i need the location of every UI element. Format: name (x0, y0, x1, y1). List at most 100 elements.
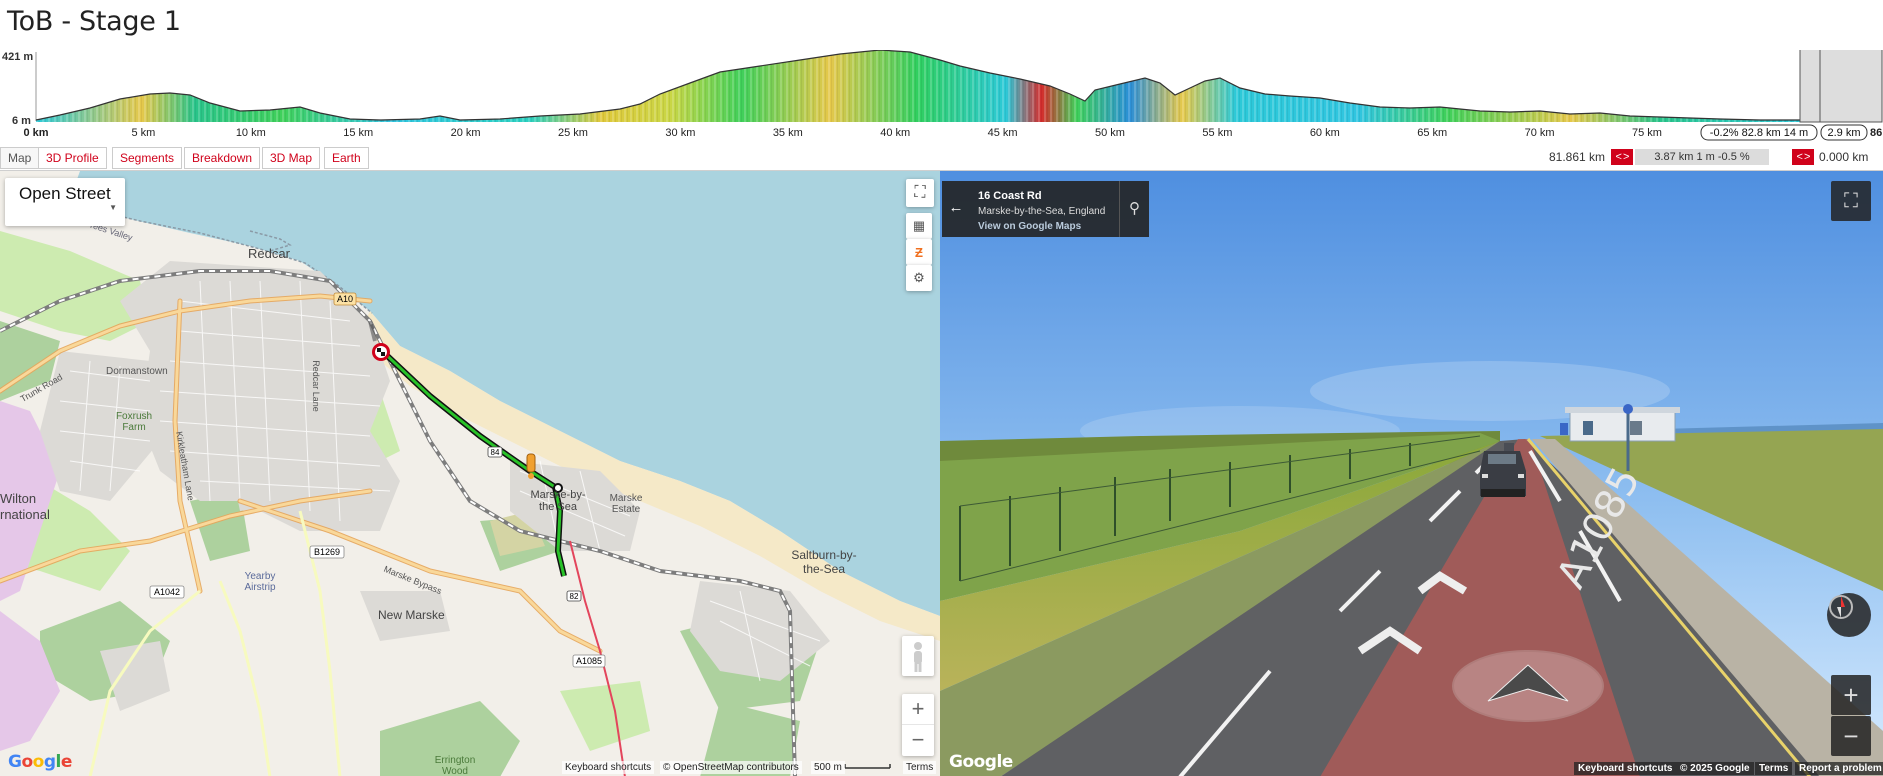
place-foxrush-farm: Foxrush Farm (115, 411, 153, 433)
map-fullscreen-button[interactable]: ⛶ (906, 179, 934, 207)
location-pin-icon[interactable]: ⚲ (1119, 181, 1149, 237)
tab-breakdown[interactable]: Breakdown (184, 147, 261, 169)
profile-tick-label: 10 km (236, 127, 266, 139)
profile-tick-label: 40 km (880, 127, 910, 139)
place-redcar: Redcar (248, 246, 290, 261)
map-layer-label: Open Street (19, 184, 111, 203)
map-grid-button[interactable]: ▦ (906, 213, 932, 239)
street-view-street: 16 Coast Rd (978, 190, 1042, 202)
map-terms-link[interactable]: Terms (903, 761, 937, 774)
navigation-arrow-icon[interactable] (1452, 650, 1604, 722)
profile-min-label: 6 m (12, 115, 31, 127)
segment-controls: 81.861 km < > 3.87 km 1 m -0.5 % < > 0.0… (1549, 147, 1879, 169)
profile-selection[interactable] (1799, 50, 1883, 123)
profile-tick-label: 30 km (665, 127, 695, 139)
tab-3d-profile[interactable]: 3D Profile (38, 147, 107, 169)
osm-attribution[interactable]: © OpenStreetMap contributors (660, 761, 802, 774)
road-a10-label: A10 (337, 294, 353, 304)
place-saltburn: Saltburn-by-the-Sea (791, 548, 857, 576)
place-errington-wood: Errington Wood (434, 755, 476, 776)
google-logo: Google (8, 752, 72, 772)
position-marker-icon[interactable] (526, 453, 536, 479)
gear-icon: ⚙ (913, 270, 925, 285)
road-redcar-lane: Redcar Lane (310, 360, 321, 412)
place-marske-estate: Marske Estate (609, 493, 643, 515)
fullscreen-icon: ⛶ (1844, 189, 1858, 212)
profile-info-box: -0.2% 82.8 km 14 m (1710, 127, 1808, 139)
map-settings-button[interactable]: ⚙ (906, 265, 932, 291)
street-view-terms-link[interactable]: Terms (1755, 762, 1793, 775)
profile-tick-label: 15 km (343, 127, 373, 139)
profile-distance-box: 2.9 km (1827, 127, 1860, 139)
map-keyboard-shortcuts-link[interactable]: Keyboard shortcuts (562, 761, 655, 774)
profile-tick-label: 70 km (1525, 127, 1555, 139)
street-view-zoom-in-button[interactable]: + (1831, 675, 1871, 715)
map-canvas[interactable]: 84 82 A10 B1269 A1042 A1085 (0, 171, 940, 776)
tab-segments[interactable]: Segments (112, 147, 183, 169)
pegman-icon (914, 642, 922, 672)
tab-earth[interactable]: Earth (324, 147, 369, 169)
start-km-readout: 81.861 km (1549, 150, 1606, 164)
report-problem-link[interactable]: Report a problem (1795, 762, 1883, 775)
profile-tick-label: 60 km (1310, 127, 1340, 139)
car-icon (1480, 451, 1526, 497)
place-wilton-international: rnational (0, 507, 50, 522)
place-yearby-airstrip: Yearby Airstrip (244, 571, 276, 593)
view-on-google-maps-link[interactable]: View on Google Maps (978, 221, 1081, 232)
compass-icon[interactable] (1827, 593, 1871, 637)
start-nudge-button[interactable]: < > (1611, 149, 1633, 165)
profile-ticks: 0 km 5 km 10 km 15 km 20 km 25 km 30 km 35 km 40… (23, 127, 1662, 139)
pegman-button[interactable] (902, 636, 934, 676)
fullscreen-icon: ⛶ (914, 184, 926, 201)
google-logo: Google (949, 752, 1013, 772)
profile-tick-label: 65 km (1417, 127, 1447, 139)
end-nudge-button[interactable]: < > (1792, 149, 1814, 165)
back-arrow-icon[interactable]: ← (946, 199, 966, 216)
profile-tick-label: 45 km (988, 127, 1018, 139)
zigzag-icon: Ƶ (915, 244, 923, 260)
map-zoom-control: + − (902, 694, 934, 756)
road-a1042-label: A1042 (154, 587, 180, 597)
map-strava-button[interactable]: Ƶ (906, 239, 932, 265)
map-zoom-out-button[interactable]: − (902, 725, 934, 756)
profile-tick-label: 50 km (1095, 127, 1125, 139)
street-view-panel[interactable]: A1085 ← 16 Coast Rd Marske-by-the-Sea, E… (940, 170, 1883, 776)
street-view-address-card: ← 16 Coast Rd Marske-by-the-Sea, England… (942, 181, 1149, 237)
profile-tick-label: 35 km (773, 127, 803, 139)
profile-tick-label: 75 km (1632, 127, 1662, 139)
compass-needle-icon (1829, 595, 1853, 619)
place-wilton: Wilton (0, 491, 37, 506)
profile-tick-label: 20 km (451, 127, 481, 139)
profile-end-tick: 86 (1870, 127, 1882, 139)
profile-tick-label: 25 km (558, 127, 588, 139)
road-b1269-label: B1269 (314, 547, 340, 557)
street-view-city: Marske-by-the-Sea, England (978, 206, 1106, 217)
end-km-readout: 0.000 km (1819, 150, 1869, 164)
place-new-marske: New Marske (378, 608, 445, 622)
grid-icon: ▦ (912, 218, 926, 233)
street-view-fullscreen-button[interactable]: ⛶ (1831, 181, 1871, 221)
profile-max-label: 421 m (2, 51, 33, 63)
street-view-keyboard-shortcuts-link[interactable]: Keyboard shortcuts (1574, 762, 1677, 775)
segment-summary: 3.87 km 1 m -0.5 % (1635, 149, 1769, 165)
map-layer-select[interactable]: Open Street ▼ (5, 178, 125, 226)
tab-3d-map[interactable]: 3D Map (262, 147, 321, 169)
profile-tick-label: 55 km (1202, 127, 1232, 139)
route-km-82: 82 (570, 592, 579, 601)
place-dormanstown: Dormanstown (106, 366, 168, 377)
street-view-image[interactable]: A1085 (940, 171, 1883, 776)
route-map[interactable]: 84 82 A10 B1269 A1042 A1085 Redcar Dorma… (0, 170, 940, 776)
page-title: ToB - Stage 1 (7, 6, 181, 37)
road-a1085-label: A1085 (576, 656, 602, 666)
street-view-zoom-out-button[interactable]: − (1831, 716, 1871, 756)
route-km-84: 84 (491, 448, 500, 457)
finish-flag-icon[interactable] (372, 343, 390, 361)
map-scale-label[interactable]: 500 m (811, 761, 845, 774)
tab-map[interactable]: Map (0, 147, 40, 169)
place-marske: Marske-by-the Sea (530, 489, 586, 513)
chevron-down-icon: ▼ (109, 203, 117, 212)
profile-tick-label: 0 km (23, 127, 48, 139)
profile-tick-label: 5 km (131, 127, 155, 139)
elevation-profile[interactable]: 421 m 6 m 0 km 5 km 10 km 15 km 20 km 25 km 30… (0, 50, 1883, 144)
map-zoom-in-button[interactable]: + (902, 694, 934, 725)
